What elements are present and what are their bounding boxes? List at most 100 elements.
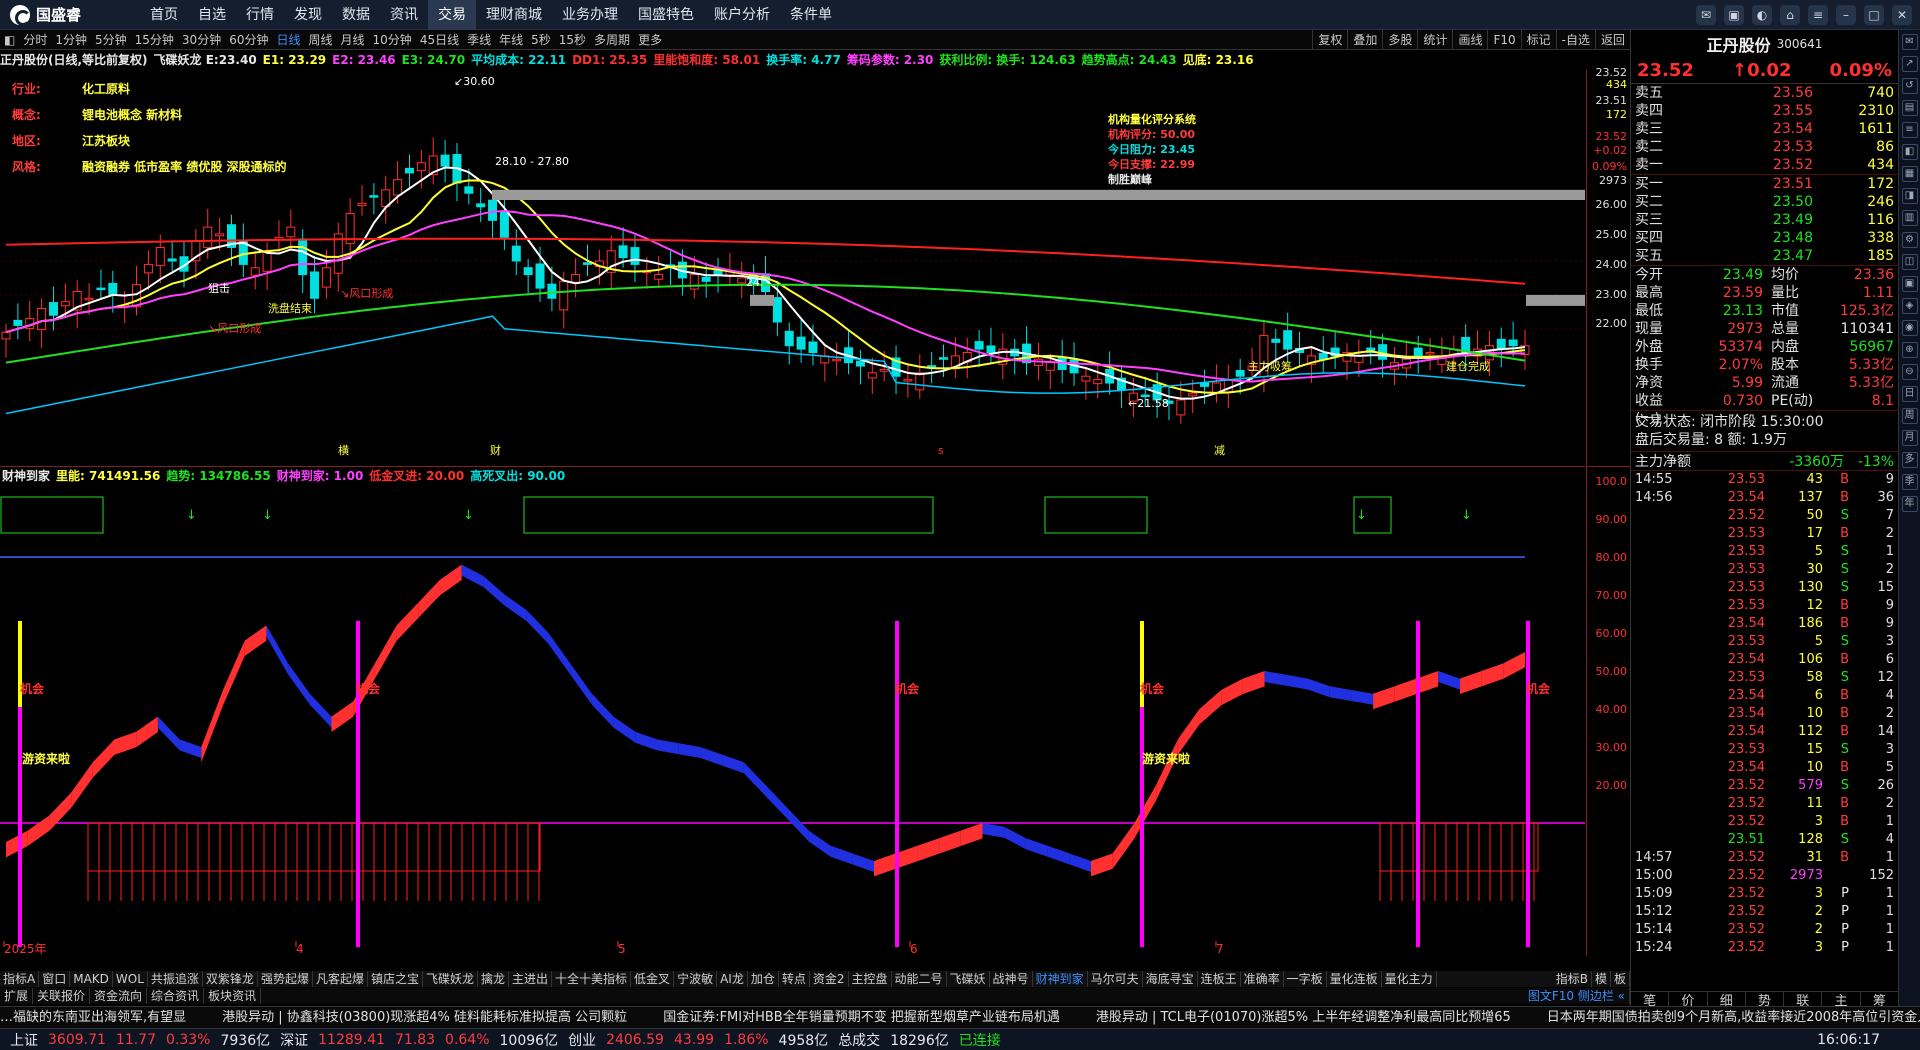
side-tool[interactable]: ↺ xyxy=(1901,78,1918,94)
period-tab[interactable]: 季线 xyxy=(463,30,495,50)
news-item[interactable]: 港股异动 | TCL电子(01070)涨超5% 上半年经调整净利最高同比预增65 xyxy=(1096,1010,1511,1025)
indicator-tab[interactable]: 镇店之宝 xyxy=(368,971,423,987)
indicator-tab[interactable]: 连板王 xyxy=(1198,971,1241,987)
tool-button[interactable]: F10 xyxy=(1487,30,1520,50)
news-ticker[interactable]: …福缺的东南亚出海领军,有望显 港股异动 | 协鑫科技(03800)现涨超4% 硅… xyxy=(0,1006,1920,1028)
indicator-tab-right[interactable]: 指标B xyxy=(1553,971,1592,987)
tool-button[interactable]: 叠加 xyxy=(1347,30,1382,50)
indicator-tab[interactable]: 加仓 xyxy=(748,971,779,987)
minimize-icon[interactable]: – xyxy=(1836,4,1856,25)
nav-item[interactable]: 资讯 xyxy=(380,0,428,30)
tool-button[interactable]: 返回 xyxy=(1594,30,1630,50)
side-tool[interactable]: ◈ xyxy=(1901,298,1918,314)
nav-item[interactable]: 首页 xyxy=(140,0,188,30)
nav-item[interactable]: 发现 xyxy=(284,0,332,30)
connection-status[interactable]: 已连接 xyxy=(959,1030,1001,1050)
side-tool[interactable]: 月 xyxy=(1901,430,1918,446)
message-icon[interactable]: ✉ xyxy=(1696,4,1716,25)
indicator-chart[interactable]: ↓ ↓ ↓ ↓ ↓ 机会 机会 机会 机会 机会 游资来啦 游资来啦 2025年 4 5 6 7 财神到家 里能:… xyxy=(0,466,1585,956)
indicator-tab[interactable]: 宁波敏 xyxy=(674,971,718,987)
indicator-tab[interactable]: 准确率 xyxy=(1241,971,1284,987)
period-tab[interactable]: 5秒 xyxy=(527,30,555,50)
period-tab[interactable]: 10分钟 xyxy=(369,30,416,50)
side-tool[interactable]: ⊖ xyxy=(1901,364,1918,380)
nav-item[interactable]: 业务办理 xyxy=(552,0,628,30)
indicator-tab[interactable]: 飞碟妖龙 xyxy=(423,971,478,987)
side-tool[interactable]: ◨ xyxy=(1901,188,1918,204)
indicator-tab[interactable]: 一字板 xyxy=(1284,971,1327,987)
info-tab[interactable]: 综合资讯 xyxy=(147,988,205,1004)
indicator-tab[interactable]: 转点 xyxy=(779,971,810,987)
nav-item[interactable]: 自选 xyxy=(188,0,236,30)
news-item[interactable]: 国金证券:FMI对HBB全年销量预期不变 把握新型烟草产业链布局机遇 xyxy=(663,1010,1060,1025)
nav-item[interactable]: 国盛特色 xyxy=(628,0,704,30)
side-tool[interactable]: ▥ xyxy=(1901,210,1918,226)
indicator-tab[interactable]: MAKD xyxy=(70,971,113,987)
side-tool[interactable]: ▣ xyxy=(1901,276,1918,292)
indicator-tab[interactable]: 战神号 xyxy=(990,971,1033,987)
side-tool[interactable]: ◫ xyxy=(1901,254,1918,270)
period-tab[interactable]: 45日线 xyxy=(416,30,463,50)
collapse-icon[interactable]: ◧ xyxy=(0,30,19,50)
indicator-tab[interactable]: 共振追涨 xyxy=(148,971,203,987)
indicator-tab[interactable]: 主控盘 xyxy=(849,971,892,987)
side-tool[interactable]: ◉ xyxy=(1901,320,1918,336)
indicator-tab[interactable]: 低金叉 xyxy=(631,971,675,987)
side-tool[interactable]: ▤ xyxy=(1901,100,1918,116)
side-tool[interactable]: ✉ xyxy=(1901,34,1918,50)
indicator-tab[interactable]: 海底寻宝 xyxy=(1143,971,1198,987)
tool-button[interactable]: 统计 xyxy=(1417,30,1452,50)
news-item[interactable]: 日本两年期国债拍卖创9个月新高,收益率接近2008年高位引资金入场 xyxy=(1547,1010,1920,1025)
tool-button[interactable]: 画线 xyxy=(1452,30,1487,50)
tool-button[interactable]: 复权 xyxy=(1312,30,1347,50)
maximize-icon[interactable]: □ xyxy=(1864,4,1884,25)
info-tab[interactable]: 关联报价 xyxy=(33,988,91,1004)
nav-item[interactable]: 交易 xyxy=(428,0,476,30)
period-tab[interactable]: 5分钟 xyxy=(91,30,131,50)
side-tool[interactable]: 年 xyxy=(1901,496,1918,512)
indicator-tab-right[interactable]: 模 xyxy=(1592,971,1611,987)
indicator-tab[interactable]: 凡客起爆 xyxy=(313,971,368,987)
indicator-tab[interactable]: 量化连板 xyxy=(1327,971,1382,987)
period-tab[interactable]: 多周期 xyxy=(590,30,634,50)
info-tab[interactable]: 板块资讯 xyxy=(204,988,262,1004)
side-tool[interactable]: ↗ xyxy=(1901,56,1918,72)
indicator-tab[interactable]: 十全十美指标 xyxy=(552,971,632,987)
period-tab[interactable]: 年线 xyxy=(495,30,527,50)
indicator-tab[interactable]: 飞碟妖 xyxy=(947,971,990,987)
indicator-tab[interactable]: WOL xyxy=(113,971,148,987)
tool-button[interactable]: 标记 xyxy=(1520,30,1556,50)
news-item[interactable]: 港股异动 | 协鑫科技(03800)现涨超4% 硅料能耗标准拟提高 公司颗粒 xyxy=(222,1010,627,1025)
indicator-tab[interactable]: AI龙 xyxy=(717,971,748,987)
side-tool[interactable]: 周 xyxy=(1901,408,1918,424)
period-tab[interactable]: 月线 xyxy=(337,30,369,50)
side-tool[interactable]: ≡ xyxy=(1901,122,1918,138)
indicator-tab-right[interactable]: 板 xyxy=(1611,971,1630,987)
info-tab[interactable]: 扩展 xyxy=(0,988,34,1004)
mail-icon[interactable]: ▣ xyxy=(1724,4,1744,25)
period-tab[interactable]: 60分钟 xyxy=(225,30,272,50)
close-icon[interactable]: ✕ xyxy=(1892,4,1912,25)
nav-item[interactable]: 条件单 xyxy=(780,0,842,30)
nav-item[interactable]: 账户分析 xyxy=(704,0,780,30)
tick-list[interactable]: 14:55 23.53 43 B 9 14:56 23.54 137 B 36 23.52 50 S 7 2… xyxy=(1631,471,1898,957)
indicator-tab[interactable]: 窗口 xyxy=(39,971,71,987)
tool-button[interactable]: -自选 xyxy=(1555,30,1595,50)
period-tab[interactable]: 15分钟 xyxy=(131,30,178,50)
indicator-tab[interactable]: 资金2 xyxy=(810,971,849,987)
skin-icon[interactable]: ◐ xyxy=(1752,4,1772,25)
app-logo[interactable]: 国盛睿 xyxy=(10,4,140,26)
menu-icon[interactable]: ≡ xyxy=(1808,4,1828,25)
fund-title[interactable]: 主力净额 xyxy=(1635,452,1735,470)
side-tool[interactable]: 多 xyxy=(1901,452,1918,468)
indicator-tab[interactable]: 马尔可夫 xyxy=(1088,971,1143,987)
info-tab[interactable]: 资金流向 xyxy=(90,988,148,1004)
indicator-tab[interactable]: 强势起爆 xyxy=(258,971,313,987)
indicator-tab[interactable]: 主进出 xyxy=(509,971,553,987)
lock-icon[interactable]: ⌂ xyxy=(1780,4,1800,25)
side-tool[interactable]: ◧ xyxy=(1901,144,1918,160)
nav-item[interactable]: 数据 xyxy=(332,0,380,30)
side-tool[interactable]: ▦ xyxy=(1901,166,1918,182)
indicator-tab[interactable]: 双紫锋龙 xyxy=(203,971,258,987)
news-item[interactable]: …福缺的东南亚出海领军,有望显 xyxy=(0,1010,186,1025)
